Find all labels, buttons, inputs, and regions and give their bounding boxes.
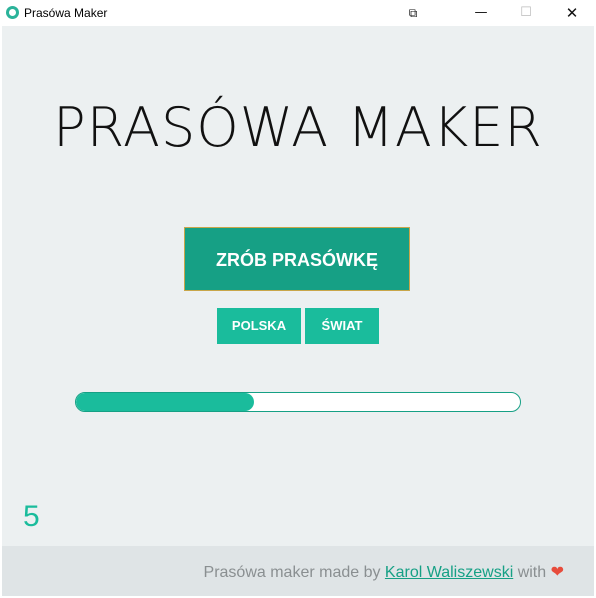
minimize-button[interactable]: —	[458, 0, 504, 26]
counter: 5	[23, 500, 40, 533]
footer-credit: Prasówa maker made by Karol Waliszewski …	[204, 562, 564, 582]
app-heading: PRASÓWA MAKER	[53, 96, 543, 159]
main-panel: PRASÓWA MAKER ZRÓB PRASÓWKĘ POLSKA ŚWIAT…	[2, 26, 594, 546]
snap-button[interactable]: ⧉	[390, 0, 436, 26]
swiat-button[interactable]: ŚWIAT	[305, 308, 379, 344]
footer-prefix: Prasówa maker made by	[203, 564, 385, 581]
maximize-button[interactable]: ☐	[503, 0, 549, 26]
title-bar: Prasówa Maker ⧉ — ☐ ✕	[0, 0, 596, 26]
footer: Prasówa maker made by Karol Waliszewski …	[2, 546, 594, 596]
make-press-button[interactable]: ZRÓB PRASÓWKĘ	[184, 227, 410, 291]
window-title: Prasówa Maker	[24, 6, 108, 20]
close-button[interactable]: ✕	[549, 0, 595, 26]
progress-bar	[75, 392, 521, 412]
app-icon	[6, 6, 19, 19]
polska-button[interactable]: POLSKA	[217, 308, 301, 344]
progress-fill	[76, 393, 254, 411]
heart-icon: ❤	[550, 564, 564, 581]
author-link[interactable]: Karol Waliszewski	[385, 564, 513, 581]
footer-suffix: with	[513, 564, 551, 581]
